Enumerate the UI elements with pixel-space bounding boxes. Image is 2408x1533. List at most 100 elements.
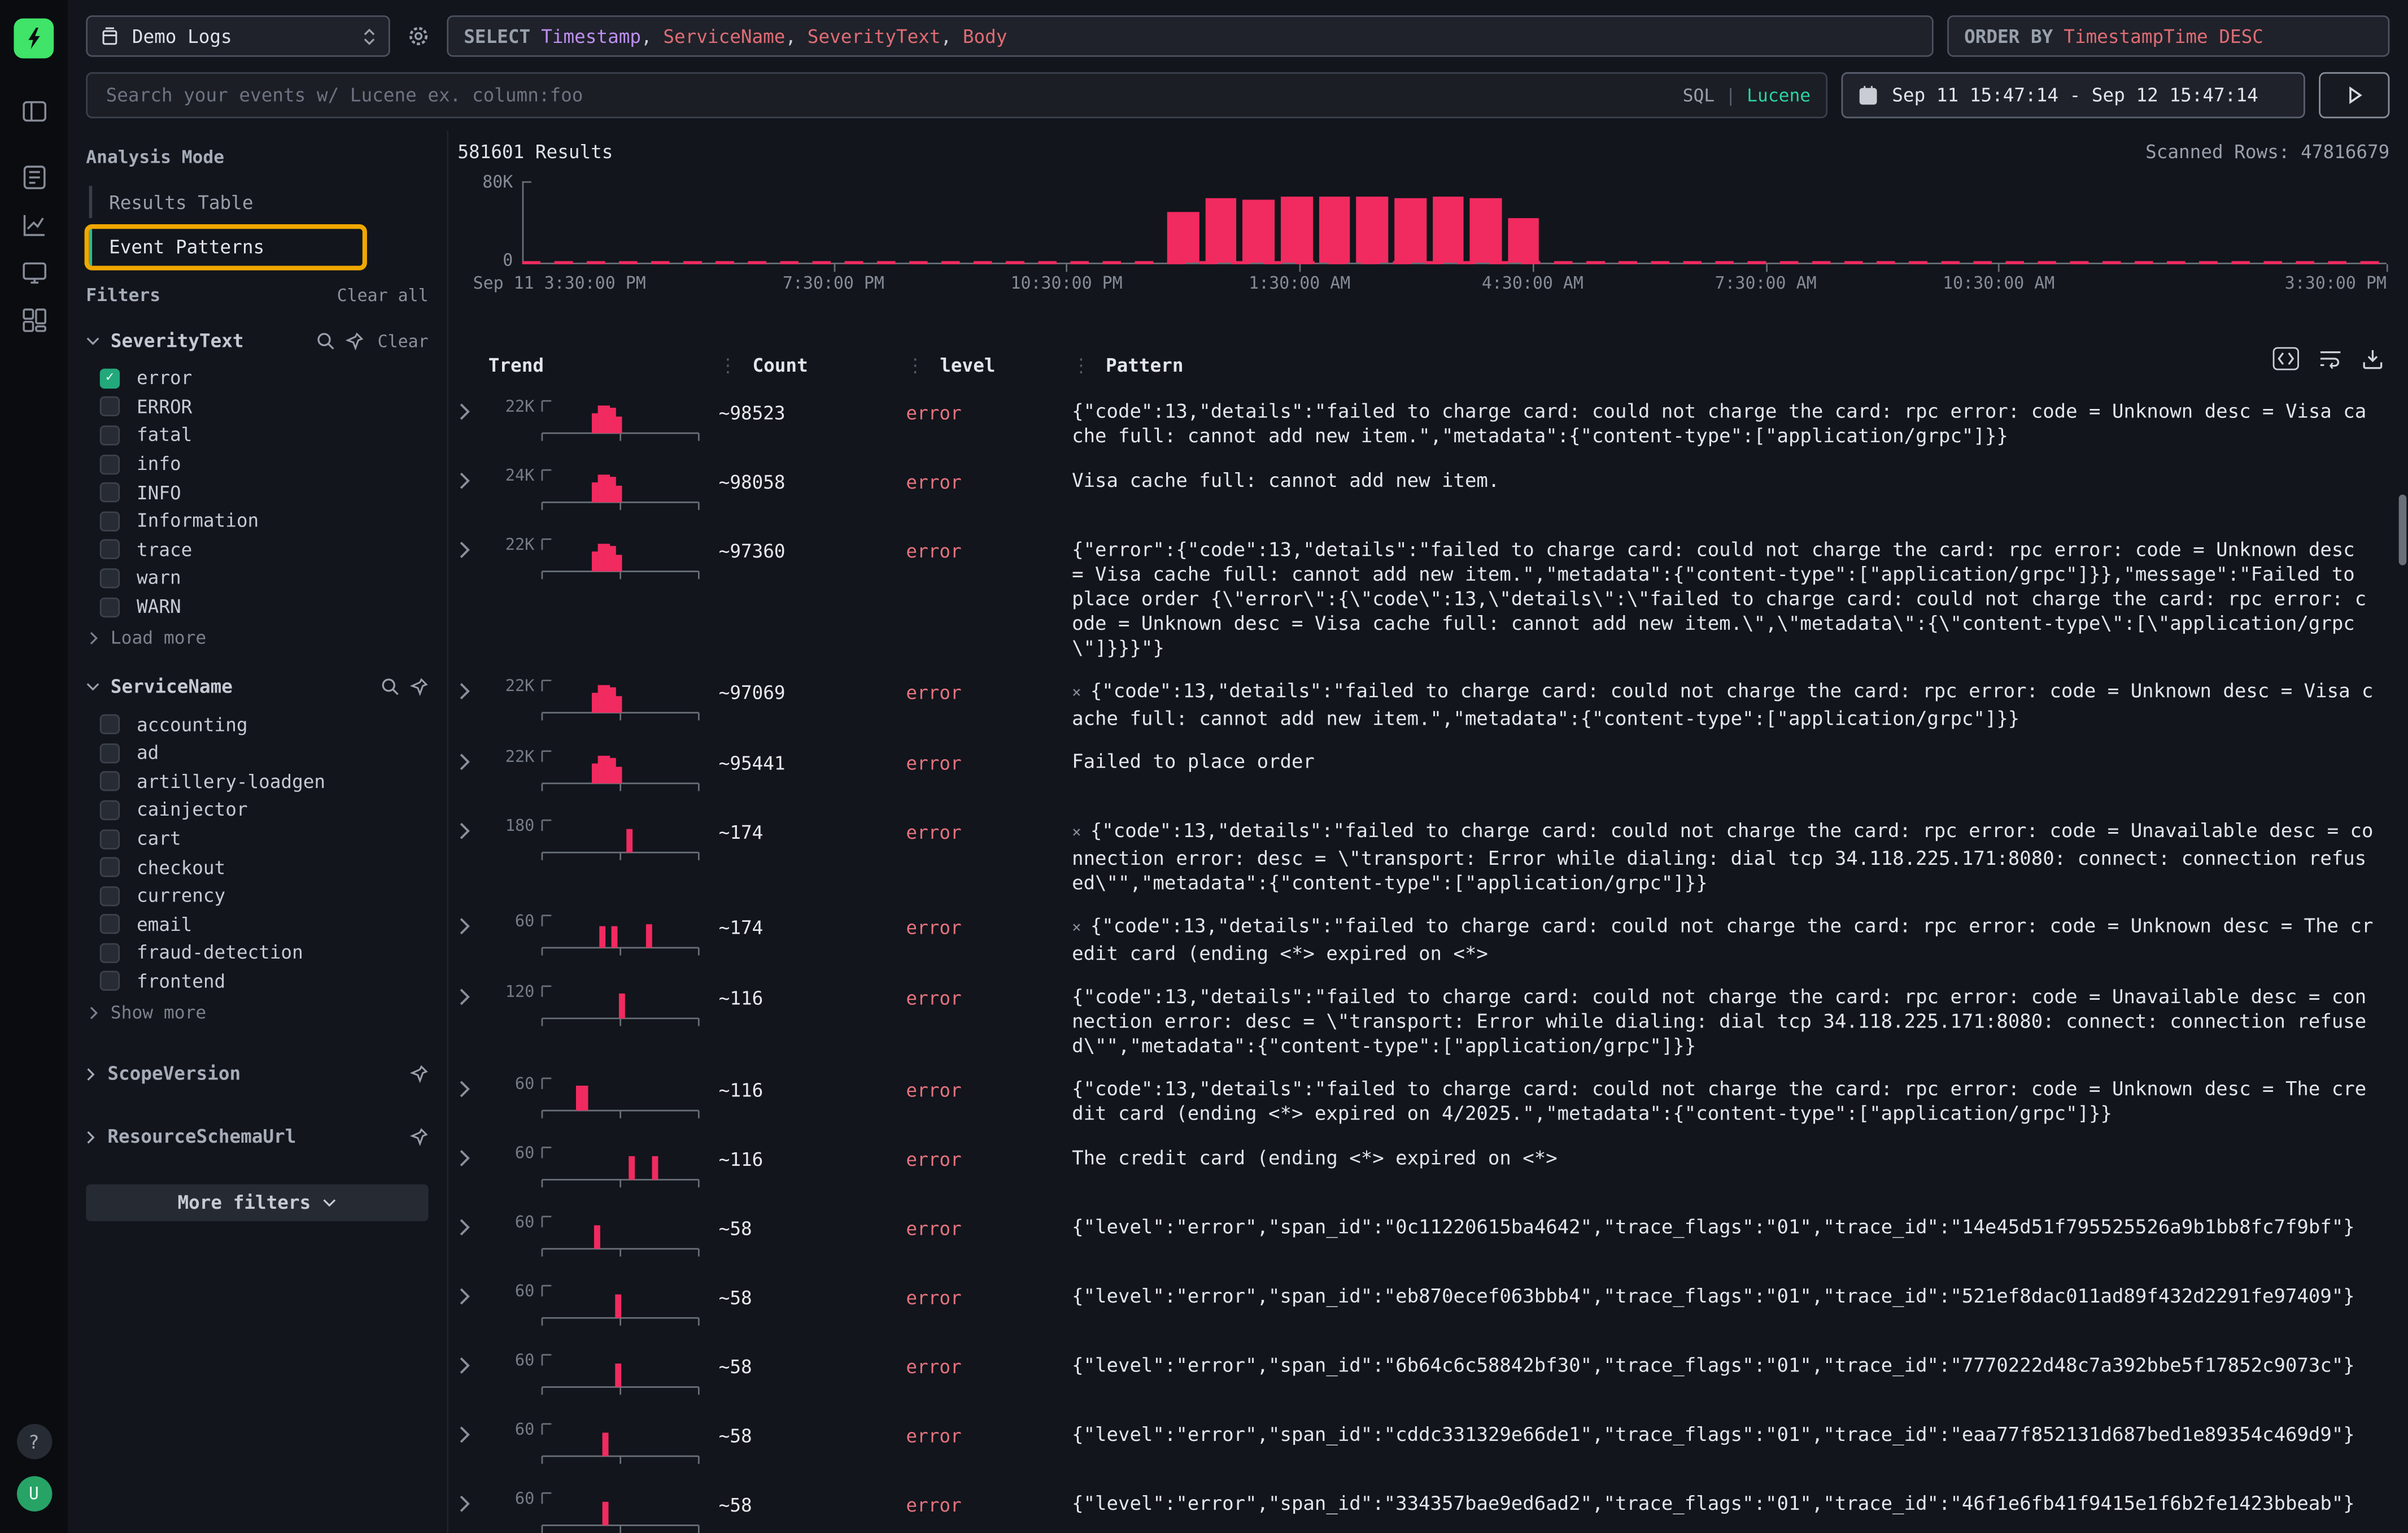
row-expand-chevron[interactable] [451,903,488,935]
analysis-mode-event-patterns[interactable]: Event Patterns [89,229,363,265]
table-row[interactable]: 22K~95441errorFailed to place order [451,739,2389,808]
histogram-bar[interactable] [1432,197,1464,263]
checkbox[interactable] [100,539,120,559]
table-row[interactable]: 24K~98058errorVisa cache full: cannot ad… [451,458,2389,526]
severity-group-header[interactable]: SeverityText Clear [86,326,428,356]
filter-option[interactable]: ad [86,739,428,768]
table-row[interactable]: 60~58error{"level":"error","span_id":"eb… [451,1273,2389,1342]
pin-icon[interactable] [346,332,364,350]
table-row[interactable]: 180~174error×{"code":13,"details":"faile… [451,808,2389,903]
row-pattern[interactable]: {"level":"error","span_id":"eb870ecef063… [1072,1273,2389,1316]
view-source-button[interactable] [2273,347,2299,371]
analysis-mode-results-table[interactable]: Results Table [89,186,363,218]
row-pattern[interactable]: {"level":"error","span_id":"334357bae9ed… [1072,1480,2389,1523]
download-button[interactable] [2362,348,2383,369]
row-pattern[interactable]: {"code":13,"details":"failed to charge c… [1072,1066,2389,1134]
checkbox[interactable] [100,425,120,445]
checkbox[interactable] [100,597,120,617]
histogram-bar[interactable] [1281,197,1312,263]
search-icon[interactable] [316,332,335,350]
row-pattern[interactable]: {"error":{"code":13,"details":"failed to… [1072,527,2389,668]
row-expand-chevron[interactable] [451,1480,488,1513]
checkbox[interactable] [100,772,120,791]
checkbox[interactable] [100,972,120,991]
table-row[interactable]: 22K~97360error{"error":{"code":13,"detai… [451,527,2389,668]
filter-option[interactable]: currency [86,882,428,911]
filter-option[interactable]: fatal [86,421,428,450]
resource-schema-url-group[interactable]: ResourceSchemaUrl [86,1122,428,1152]
checkbox[interactable] [100,743,120,763]
filter-option[interactable]: fraud-detection [86,939,428,968]
row-pattern[interactable]: ×{"code":13,"details":"failed to charge … [1072,903,2389,974]
pin-icon[interactable] [410,1128,429,1147]
filter-option[interactable]: frontend [86,967,428,996]
filter-option[interactable]: trace [86,535,428,564]
checkbox[interactable] [100,857,120,877]
filter-option[interactable]: checkout [86,853,428,882]
histogram-bar[interactable] [1319,197,1350,263]
filter-option[interactable]: warn [86,564,428,593]
row-expand-chevron[interactable] [451,739,488,771]
checkbox[interactable] [100,886,120,905]
severity-clear-button[interactable]: Clear [378,331,429,351]
histogram-bar[interactable] [1243,199,1275,263]
row-pattern[interactable]: Failed to place order [1072,739,2389,782]
column-separator[interactable]: ⋮ [1072,355,1090,376]
date-range-picker[interactable]: Sep 11 15:47:14 - Sep 12 15:47:14 [1842,72,2305,119]
checkbox[interactable] [100,454,120,474]
filter-option[interactable]: WARN [86,593,428,621]
table-row[interactable]: 60~116errorThe credit card (ending <*> e… [451,1135,2389,1204]
help-button[interactable]: ? [16,1424,52,1460]
table-row[interactable]: 60~58error{"level":"error","span_id":"33… [451,1480,2389,1532]
row-pattern[interactable]: {"code":13,"details":"failed to charge c… [1072,974,2389,1066]
source-select[interactable]: Demo Logs [86,15,390,56]
row-expand-chevron[interactable] [451,974,488,1006]
row-expand-chevron[interactable] [451,1273,488,1305]
filter-option[interactable]: email [86,910,428,939]
pattern-column-header[interactable]: ⋮Pattern [1072,355,2389,376]
table-row[interactable]: 60~116error{"code":13,"details":"failed … [451,1066,2389,1135]
row-expand-chevron[interactable] [451,668,488,700]
wrap-lines-button[interactable] [2319,349,2342,368]
chart-icon[interactable] [21,212,47,238]
run-query-button[interactable] [2319,72,2389,119]
filter-option[interactable]: INFO [86,478,428,507]
filter-option[interactable]: ✓error [86,364,428,393]
checkbox[interactable] [100,943,120,963]
row-expand-chevron[interactable] [451,1412,488,1444]
filter-option[interactable]: ERROR [86,393,428,421]
row-pattern[interactable]: ×{"code":13,"details":"failed to charge … [1072,668,2389,739]
row-expand-chevron[interactable] [451,1135,488,1168]
histogram-bar[interactable] [1508,218,1539,263]
row-pattern[interactable]: The credit card (ending <*> expired on <… [1072,1135,2389,1178]
histogram-bar[interactable] [1167,212,1199,263]
search-icon[interactable] [381,678,399,696]
row-expand-chevron[interactable] [451,527,488,559]
dashboard-grid-icon[interactable] [21,307,47,333]
search-input[interactable] [103,83,1667,108]
clear-all-filters-button[interactable]: Clear all [337,285,429,304]
histogram-bar[interactable] [1470,198,1502,263]
filter-option[interactable]: artillery-loadgen [86,767,428,796]
checkbox[interactable] [100,568,120,588]
checkbox[interactable] [100,397,120,417]
row-expand-chevron[interactable] [451,389,488,421]
table-row[interactable]: 22K~98523error{"code":13,"details":"fail… [451,389,2389,458]
histogram-bar[interactable] [1205,198,1237,263]
filter-option[interactable]: cainjector [86,796,428,825]
row-expand-chevron[interactable] [451,1343,488,1375]
row-expand-chevron[interactable] [451,808,488,840]
scope-version-group[interactable]: ScopeVersion [86,1059,428,1089]
sql-mode-label[interactable]: SQL [1683,85,1715,106]
column-separator[interactable]: ⋮ [719,355,738,376]
checkbox[interactable] [100,715,120,734]
table-scrollbar[interactable] [2399,495,2407,565]
lucene-mode-label[interactable]: Lucene [1747,85,1811,106]
checkbox[interactable] [100,914,120,934]
service-group-header[interactable]: ServiceName [86,672,428,702]
filter-option[interactable]: Information [86,507,428,535]
table-row[interactable]: 60~174error×{"code":13,"details":"failed… [451,903,2389,974]
table-row[interactable]: 22K~97069error×{"code":13,"details":"fai… [451,668,2389,739]
row-expand-chevron[interactable] [451,1066,488,1098]
row-expand-chevron[interactable] [451,1204,488,1236]
